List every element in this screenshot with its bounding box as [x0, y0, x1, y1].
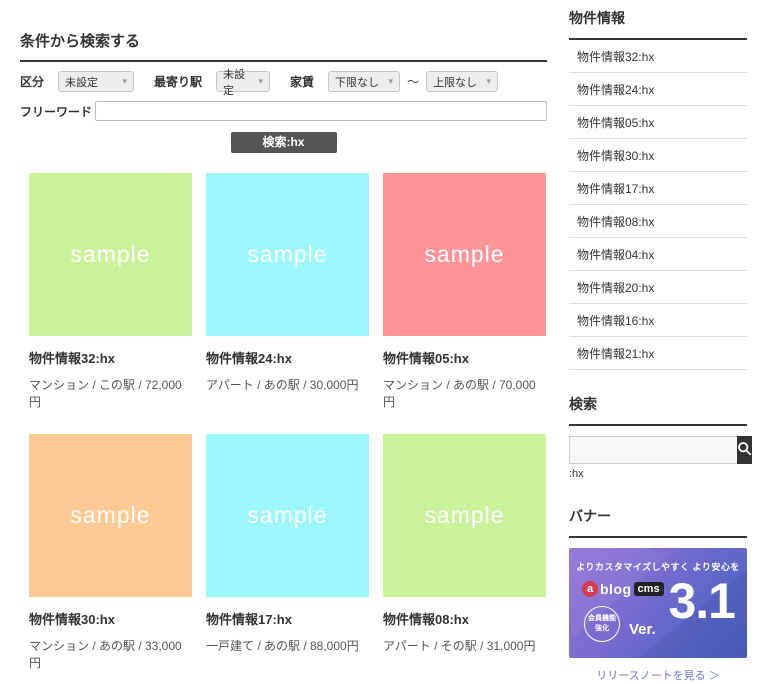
sidebar: 物件情報 物件情報32:hx 物件情報24:hx 物件情報05:hx 物件情報3… — [569, 0, 747, 684]
page: 条件から検索する 区分 未設定 ▾ 最寄り駅 未設定 ▾ 家賃 下限なし ▾ ～… — [0, 0, 775, 684]
sample-image-label: sample — [247, 241, 327, 268]
property-sample-image[interactable]: sample — [383, 434, 546, 597]
version-number: 3.1 — [668, 576, 735, 626]
rent-min-select-value: 下限なし — [335, 74, 379, 90]
freeword-input[interactable] — [95, 101, 547, 121]
property-sample-image[interactable]: sample — [383, 173, 546, 336]
rent-range-tilde: ～ — [407, 73, 419, 90]
property-sample-image[interactable]: sample — [29, 434, 192, 597]
property-sample-image[interactable]: sample — [206, 434, 369, 597]
sidebar-entry-link[interactable]: 物件情報30:hx — [569, 139, 747, 172]
sidebar-search-button[interactable] — [737, 436, 752, 464]
station-label: 最寄り駅 — [154, 73, 202, 90]
sidebar-search-heading: 検索 — [569, 394, 747, 426]
member-feature-badge: 会員機能 強化 — [584, 606, 620, 642]
chevron-down-icon: ▾ — [122, 76, 127, 87]
category-select-value: 未設定 — [65, 74, 98, 90]
search-icon — [737, 441, 752, 459]
chevron-down-icon: ▾ — [259, 76, 264, 87]
sidebar-entry-link[interactable]: 物件情報24:hx — [569, 73, 747, 106]
property-card[interactable]: sample 物件情報05:hx マンション / あの駅 / 70,000円 — [383, 173, 546, 410]
sidebar-search-box — [569, 436, 747, 464]
property-title[interactable]: 物件情報05:hx — [383, 348, 546, 367]
property-card[interactable]: sample 物件情報32:hx マンション / この駅 / 72,000円 — [29, 173, 192, 410]
version-banner-tagline: よりカスタマイズしやすく より安心を — [569, 560, 747, 573]
property-title[interactable]: 物件情報32:hx — [29, 348, 192, 367]
blogcms-logo-a-icon: a — [582, 581, 598, 597]
blogcms-logo: a blog cms — [582, 581, 664, 597]
version-prefix: Ver. — [629, 621, 656, 638]
rent-max-select-value: 上限なし — [433, 74, 477, 90]
rent-min-select[interactable]: 下限なし ▾ — [328, 71, 400, 92]
version-banner[interactable]: よりカスタマイズしやすく より安心を a blog cms 会員機能 強化 Ve… — [569, 548, 747, 658]
sidebar-entry-list: 物件情報32:hx 物件情報24:hx 物件情報05:hx 物件情報30:hx … — [569, 40, 747, 370]
rent-max-select[interactable]: 上限なし ▾ — [426, 71, 498, 92]
freeword-label: フリーワード — [20, 103, 95, 120]
chevron-down-icon: ▾ — [389, 76, 394, 87]
sidebar-search-input[interactable] — [569, 436, 737, 464]
main-column: 条件から検索する 区分 未設定 ▾ 最寄り駅 未設定 ▾ 家賃 下限なし ▾ ～… — [20, 0, 547, 684]
sidebar-entry-link[interactable]: 物件情報16:hx — [569, 304, 747, 337]
category-label: 区分 — [20, 73, 44, 90]
sidebar-entry-link[interactable]: 物件情報04:hx — [569, 238, 747, 271]
search-submit-button[interactable]: 検索:hx — [231, 132, 337, 153]
property-title[interactable]: 物件情報24:hx — [206, 348, 369, 367]
property-sample-image[interactable]: sample — [206, 173, 369, 336]
property-card[interactable]: sample 物件情報08:hx アパート / その駅 / 31,000円 — [383, 434, 546, 671]
sidebar-search-caption: :hx — [569, 468, 747, 480]
station-select-value: 未設定 — [223, 66, 252, 98]
sidebar-entry-link[interactable]: 物件情報32:hx — [569, 40, 747, 73]
category-select[interactable]: 未設定 ▾ — [58, 71, 134, 92]
member-feature-badge-line2: 強化 — [595, 624, 609, 634]
property-title[interactable]: 物件情報30:hx — [29, 609, 192, 628]
property-title[interactable]: 物件情報17:hx — [206, 609, 369, 628]
sample-image-label: sample — [247, 502, 327, 529]
page-title: 条件から検索する — [20, 30, 547, 62]
sidebar-entry-link[interactable]: 物件情報08:hx — [569, 205, 747, 238]
sidebar-banner-heading: バナー — [569, 506, 747, 538]
property-meta: アパート / その駅 / 31,000円 — [383, 637, 546, 654]
sample-image-label: sample — [70, 241, 150, 268]
sample-image-label: sample — [424, 502, 504, 529]
property-card[interactable]: sample 物件情報17:hx 一戸建て / あの駅 / 88,000円 — [206, 434, 369, 671]
member-feature-badge-line1: 会員機能 — [588, 614, 616, 624]
property-meta: 一戸建て / あの駅 / 88,000円 — [206, 637, 369, 654]
blogcms-logo-blog: blog — [600, 581, 632, 597]
station-select[interactable]: 未設定 ▾ — [216, 71, 270, 92]
sample-image-label: sample — [70, 502, 150, 529]
sidebar-entry-link[interactable]: 物件情報21:hx — [569, 337, 747, 370]
property-meta: マンション / この駅 / 72,000円 — [29, 376, 192, 410]
property-meta: アパート / あの駅 / 30,000円 — [206, 376, 369, 393]
sidebar-entry-link[interactable]: 物件情報20:hx — [569, 271, 747, 304]
sample-image-label: sample — [424, 241, 504, 268]
freeword-row: フリーワード — [20, 101, 547, 121]
property-card[interactable]: sample 物件情報24:hx アパート / あの駅 / 30,000円 — [206, 173, 369, 410]
release-notes-link[interactable]: リリースノートを見る ＞ — [569, 667, 747, 683]
property-meta: マンション / あの駅 / 70,000円 — [383, 376, 546, 410]
property-card[interactable]: sample 物件情報30:hx マンション / あの駅 / 33,000円 — [29, 434, 192, 671]
chevron-down-icon: ▾ — [487, 76, 492, 87]
search-condition-row: 区分 未設定 ▾ 最寄り駅 未設定 ▾ 家賃 下限なし ▾ ～ 上限なし ▾ — [20, 71, 547, 92]
blogcms-logo-cms: cms — [634, 582, 664, 596]
rent-label: 家賃 — [290, 73, 314, 90]
property-sample-image[interactable]: sample — [29, 173, 192, 336]
sidebar-entry-link[interactable]: 物件情報05:hx — [569, 106, 747, 139]
property-title[interactable]: 物件情報08:hx — [383, 609, 546, 628]
property-meta: マンション / あの駅 / 33,000円 — [29, 637, 192, 671]
sidebar-entry-link[interactable]: 物件情報17:hx — [569, 172, 747, 205]
property-card-grid: sample 物件情報32:hx マンション / この駅 / 72,000円 s… — [29, 173, 546, 671]
sidebar-entries-heading: 物件情報 — [569, 8, 747, 40]
